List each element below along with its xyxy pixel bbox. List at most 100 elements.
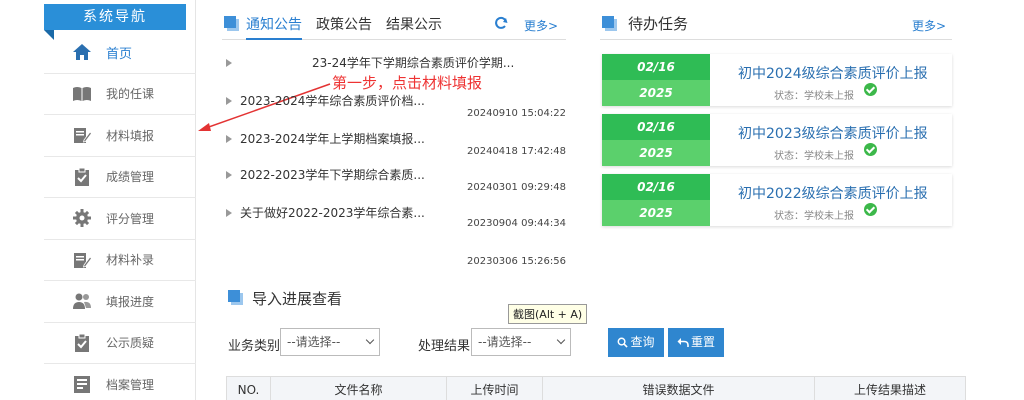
notice-panel: 通知公告 政策公告 结果公示 更多> 23-24学年下学期综合素质评价学期...… <box>222 8 566 270</box>
task-status: 状态：学校未上报 <box>774 151 854 162</box>
check-icon <box>864 143 877 156</box>
notice-title[interactable]: 2023-2024学年综合素质评价档... <box>240 92 425 109</box>
clipboard-check-icon <box>72 167 92 187</box>
bullet-arrow-icon <box>226 97 232 105</box>
notice-date: 20240910 15:04:22 <box>467 108 566 119</box>
book-icon <box>72 84 92 104</box>
archive-icon <box>72 374 92 394</box>
bullet-arrow-icon <box>226 135 232 143</box>
sidebar-item-label: 成绩管理 <box>106 170 155 185</box>
check-icon <box>864 203 877 216</box>
notice-title[interactable]: 关于做好2022-2023学年综合素... <box>240 204 425 221</box>
notices-more-link[interactable]: 更多> <box>524 17 558 34</box>
tasks-more-link[interactable]: 更多> <box>912 17 946 34</box>
sidebar-item-label: 材料补录 <box>106 253 155 268</box>
column-header: 上传结果描述 <box>853 383 926 397</box>
task-name[interactable]: 初中2023级综合素质评价上报 <box>738 123 928 143</box>
column-header: 上传时间 <box>447 377 543 400</box>
notice-title[interactable]: 2023-2024学年上学期档案填报... <box>240 130 425 147</box>
sidebar-title: 系统导航 <box>44 4 186 40</box>
sidebar-nav: 首页 我的任课 材料填报 成绩管理 评分管理 材料补录 填报进度 公示质疑 档案… <box>44 32 196 400</box>
column-header: 错误数据文件 <box>543 377 815 400</box>
sidebar-item-material-supplement[interactable]: 材料补录 <box>44 240 196 281</box>
task-date: 02/16 <box>602 174 710 200</box>
select-value: --请选择-- <box>478 335 532 349</box>
reset-button[interactable]: 重置 <box>668 328 724 357</box>
notice-item[interactable]: 2022-2023学年下学期综合素质... 20240301 09:29:48 <box>222 166 566 204</box>
process-result-label: 处理结果 <box>418 339 471 354</box>
sidebar-item-material-fill[interactable]: 材料填报 <box>44 115 196 157</box>
sidebar-item-label: 我的任课 <box>106 87 155 102</box>
notice-title[interactable]: 23-24学年下学期综合素质评价学期... <box>312 54 514 71</box>
sidebar: 系统导航 首页 我的任课 材料填报 成绩管理 评分管理 材料补录 填报进度 公示… <box>44 0 196 400</box>
check-icon <box>864 83 877 96</box>
section-marker-icon <box>224 16 236 28</box>
notice-date: 20230306 15:26:56 <box>467 256 566 267</box>
notice-title[interactable]: 2022-2023学年下学期综合素质... <box>240 166 425 183</box>
notice-item[interactable]: 关于做好2022-2023学年综合素... 20230904 09:44:34 <box>222 204 566 242</box>
screenshot-tooltip: 截图(Alt + A) <box>508 304 588 324</box>
sidebar-item-progress[interactable]: 填报进度 <box>44 281 196 323</box>
import-table-header: NO. 文件名称 上传时间 错误数据文件 上传结果描述 <box>226 376 966 400</box>
bullet-arrow-icon <box>226 59 232 67</box>
home-icon <box>72 42 92 62</box>
sidebar-item-label: 评分管理 <box>106 211 155 226</box>
sidebar-item-home[interactable]: 首页 <box>44 32 196 74</box>
tasks-header: 待办任务 更多> <box>600 8 952 40</box>
tasks-title: 待办任务 <box>628 15 689 33</box>
tab-notices[interactable]: 通知公告 <box>246 14 302 34</box>
task-date: 02/16 <box>602 54 710 80</box>
task-card[interactable]: 02/16 2025 初中2023级综合素质评价上报 状态：学校未上报 <box>602 114 952 166</box>
task-card[interactable]: 02/16 2025 初中2022级综合素质评价上报 状态：学校未上报 <box>602 174 952 226</box>
sidebar-item-label: 公示质疑 <box>106 336 155 351</box>
process-result-select[interactable]: --请选择-- <box>471 328 571 356</box>
refresh-icon[interactable] <box>494 16 508 30</box>
sidebar-item-scoring[interactable]: 评分管理 <box>44 198 196 240</box>
column-header: NO. <box>227 377 271 400</box>
clipboard-check-icon <box>72 333 92 353</box>
chevron-down-icon <box>556 335 566 345</box>
notice-tabs: 通知公告 政策公告 结果公示 更多> <box>222 8 566 40</box>
query-button-label: 查询 <box>630 335 655 349</box>
task-date: 02/16 <box>602 114 710 140</box>
task-status: 状态：学校未上报 <box>774 211 854 222</box>
app-root: 系统导航 首页 我的任课 材料填报 成绩管理 评分管理 材料补录 填报进度 公示… <box>0 0 1024 400</box>
task-year: 2025 <box>602 200 710 226</box>
notice-item[interactable]: 2023-2024学年综合素质评价档... 20240910 15:04:22 <box>222 92 566 130</box>
business-type-select[interactable]: --请选择-- <box>280 328 380 356</box>
edit-icon <box>72 250 92 270</box>
search-icon <box>618 337 629 348</box>
sidebar-item-label: 档案管理 <box>106 377 155 392</box>
notice-item[interactable]: 2023-2024学年上学期档案填报... 20240418 17:42:48 <box>222 130 566 168</box>
section-marker-icon <box>602 16 614 28</box>
import-section-title: 导入进展查看 <box>252 290 343 308</box>
reset-button-label: 重置 <box>690 335 715 349</box>
edit-icon <box>72 125 92 145</box>
task-year: 2025 <box>602 80 710 106</box>
tasks-panel: 待办任务 更多> 02/16 2025 初中2024级综合素质评价上报 状态：学… <box>600 8 952 234</box>
column-header: 文件名称 <box>271 377 447 400</box>
chevron-down-icon <box>365 335 375 345</box>
bullet-arrow-icon <box>226 209 232 217</box>
sidebar-item-label: 填报进度 <box>106 294 155 309</box>
sidebar-item-label: 首页 <box>106 46 133 62</box>
task-year: 2025 <box>602 140 710 166</box>
sidebar-item-grades[interactable]: 成绩管理 <box>44 157 196 198</box>
active-tab-underline <box>246 38 302 40</box>
section-marker-icon <box>228 290 240 302</box>
notice-date: 20240418 17:42:48 <box>467 146 566 157</box>
notice-item: 20230306 15:26:56 <box>222 242 566 280</box>
sidebar-item-my-courses[interactable]: 我的任课 <box>44 74 196 115</box>
select-value: --请选择-- <box>287 335 341 349</box>
notice-date: 20240301 09:29:48 <box>467 182 566 193</box>
bullet-arrow-icon <box>226 171 232 179</box>
gear-icon <box>72 208 92 228</box>
task-name[interactable]: 初中2022级综合素质评价上报 <box>738 183 928 203</box>
task-name[interactable]: 初中2024级综合素质评价上报 <box>738 63 928 83</box>
tab-results[interactable]: 结果公示 <box>386 14 442 34</box>
query-button[interactable]: 查询 <box>608 328 664 357</box>
tab-policies[interactable]: 政策公告 <box>316 14 372 34</box>
sidebar-item-archives[interactable]: 档案管理 <box>44 364 196 400</box>
sidebar-item-publicity[interactable]: 公示质疑 <box>44 323 196 364</box>
task-card[interactable]: 02/16 2025 初中2024级综合素质评价上报 状态：学校未上报 <box>602 54 952 106</box>
